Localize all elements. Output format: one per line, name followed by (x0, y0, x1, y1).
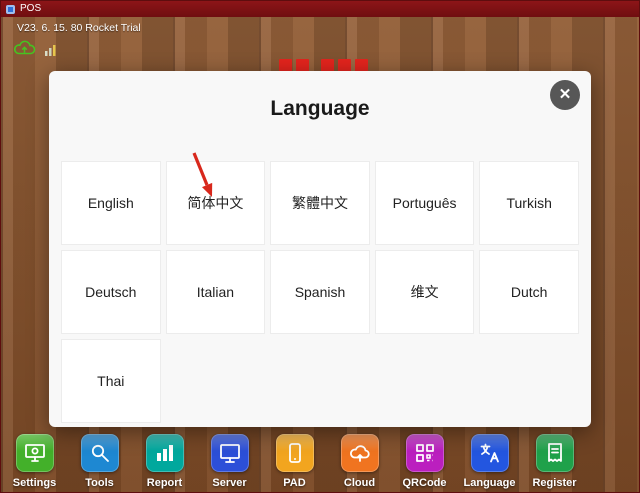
toolbar-item-register[interactable]: Register (522, 434, 587, 489)
toolbar-item-settings[interactable]: Settings (2, 434, 67, 489)
language-icon (471, 434, 509, 472)
toolbar-label: Report (147, 477, 182, 489)
language-option-5[interactable]: Turkish (479, 161, 579, 245)
toolbar-label: Register (532, 477, 576, 489)
language-option-2[interactable]: 简体中文 (166, 161, 266, 245)
toolbar-label: QRCode (403, 477, 447, 489)
language-option-7[interactable]: Italian (166, 250, 266, 334)
language-dialog: ✕ Language English简体中文繁體中文PortuguêsTurki… (49, 71, 591, 427)
settings-icon (16, 434, 54, 472)
close-icon[interactable]: ✕ (550, 80, 580, 110)
toolbar-item-report[interactable]: Report (132, 434, 197, 489)
language-option-1[interactable]: English (61, 161, 161, 245)
tools-icon (81, 434, 119, 472)
toolbar-item-cloud[interactable]: Cloud (327, 434, 392, 489)
cloud-sync-icon[interactable] (13, 38, 37, 62)
toolbar-label: Server (212, 477, 246, 489)
toolbar-label: PAD (283, 477, 305, 489)
report-icon (146, 434, 184, 472)
toolbar-label: Settings (13, 477, 56, 489)
language-option-9[interactable]: 维文 (375, 250, 475, 334)
language-option-10[interactable]: Dutch (479, 250, 579, 334)
language-grid: English简体中文繁體中文PortuguêsTurkish DeutschIt… (61, 161, 579, 423)
version-label: V23. 6. 15. 80 Rocket Trial (17, 22, 141, 34)
toolbar-label: Cloud (344, 477, 375, 489)
toolbar-item-tools[interactable]: Tools (67, 434, 132, 489)
dialog-title: Language (61, 97, 579, 121)
app-icon (6, 5, 15, 14)
status-icons (13, 38, 58, 62)
toolbar-item-qrcode[interactable]: QRCode (392, 434, 457, 489)
register-icon (536, 434, 574, 472)
title-bar[interactable]: POS (1, 1, 639, 17)
language-option-3[interactable]: 繁體中文 (270, 161, 370, 245)
qrcode-icon (406, 434, 444, 472)
toolbar-label: Language (464, 477, 516, 489)
toolbar-label: Tools (85, 477, 114, 489)
bottom-toolbar: Settings Tools Report Server PAD Cloud QRCode L… (2, 434, 639, 489)
window-title: POS (20, 1, 41, 17)
pad-icon (276, 434, 314, 472)
toolbar-item-language[interactable]: Language (457, 434, 522, 489)
language-option-4[interactable]: Português (375, 161, 475, 245)
pos-window: POS V23. 6. 15. 80 Rocket Trial ✕ Langua… (0, 0, 640, 493)
cloud-icon (341, 434, 379, 472)
language-option-8[interactable]: Spanish (270, 250, 370, 334)
toolbar-item-server[interactable]: Server (197, 434, 262, 489)
server-icon (211, 434, 249, 472)
toolbar-item-pad[interactable]: PAD (262, 434, 327, 489)
network-status-icon (44, 43, 58, 62)
language-option-11[interactable]: Thai (61, 339, 161, 423)
language-option-6[interactable]: Deutsch (61, 250, 161, 334)
